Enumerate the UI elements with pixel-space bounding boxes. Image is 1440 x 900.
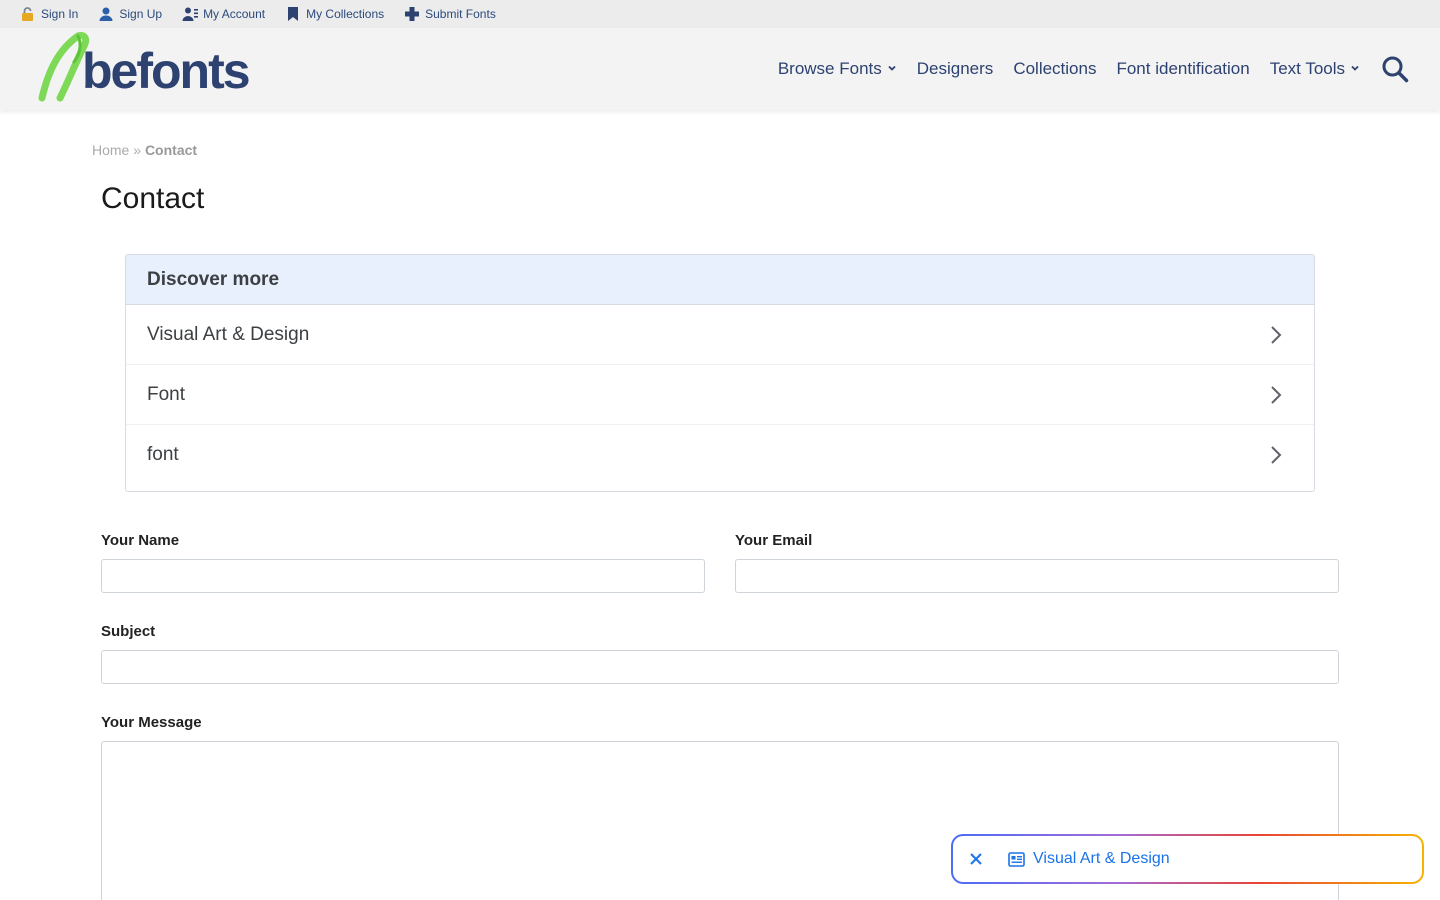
nav-text-tools-label: Text Tools: [1269, 59, 1345, 78]
your-email-field[interactable]: [735, 559, 1339, 593]
discover-item[interactable]: font: [126, 425, 1314, 485]
subject-field[interactable]: [101, 650, 1339, 684]
discover-item[interactable]: Visual Art & Design: [126, 305, 1314, 365]
nav-browse-fonts-label: Browse Fonts: [777, 59, 882, 78]
page-title: Contact: [101, 182, 205, 215]
account-icon: [182, 6, 199, 22]
top-utility-bar: Sign In Sign Up My Account My Collection…: [0, 0, 1440, 28]
discover-item-label: Visual Art & Design: [147, 323, 310, 345]
discover-item-label: font: [147, 444, 179, 465]
chevron-right-icon: [1266, 445, 1286, 465]
chevron-down-icon: [887, 63, 897, 76]
your-email-label: Your Email: [735, 532, 813, 549]
submit-fonts-link[interactable]: Submit Fonts: [404, 6, 496, 22]
sign-up-label: Sign Up: [119, 7, 163, 21]
chevron-down-icon: [1350, 63, 1360, 76]
sign-in-link[interactable]: Sign In: [20, 6, 78, 22]
nav-collections[interactable]: Collections: [1013, 59, 1096, 79]
floating-suggestion-chip[interactable]: Visual Art & Design: [951, 834, 1424, 884]
discover-more-heading: Discover more: [126, 255, 1314, 305]
chevron-right-icon: [1266, 385, 1286, 405]
my-collections-link[interactable]: My Collections: [285, 6, 384, 22]
main-nav: Browse Fonts Designers Collections Font …: [758, 28, 1410, 110]
user-icon: [98, 6, 114, 22]
lock-icon: [20, 6, 36, 22]
subject-label: Subject: [101, 623, 156, 640]
breadcrumb-separator: »: [133, 142, 142, 158]
site-header: befonts Browse Fonts Designers Collectio…: [0, 28, 1440, 110]
logo-wordmark: befonts: [82, 43, 251, 99]
nav-text-tools[interactable]: Text Tools: [1270, 59, 1360, 79]
chip-inner: Visual Art & Design: [953, 836, 1422, 882]
your-name-label: Your Name: [101, 532, 180, 549]
discover-item[interactable]: Font: [126, 365, 1314, 425]
sign-in-label: Sign In: [41, 7, 79, 21]
breadcrumb: Home » Contact: [92, 142, 197, 158]
your-name-field[interactable]: [101, 559, 705, 593]
my-account-label: My Account: [203, 7, 266, 21]
plus-icon: [404, 6, 420, 22]
discover-item-label: Font: [147, 383, 186, 405]
my-collections-label: My Collections: [306, 7, 385, 21]
search-icon[interactable]: [1380, 54, 1410, 84]
nav-designers-label: Designers: [916, 59, 994, 78]
nav-browse-fonts[interactable]: Browse Fonts: [778, 59, 897, 79]
your-message-label: Your Message: [101, 714, 202, 731]
nav-font-identification-label: Font identification: [1116, 59, 1250, 78]
chevron-right-icon: [1266, 325, 1286, 345]
breadcrumb-home[interactable]: Home: [92, 142, 129, 158]
nav-designers[interactable]: Designers: [917, 59, 994, 79]
nav-font-identification[interactable]: Font identification: [1116, 59, 1249, 79]
nav-collections-label: Collections: [1013, 59, 1097, 78]
breadcrumb-current: Contact: [144, 142, 198, 158]
article-icon: [1007, 850, 1025, 868]
site-logo[interactable]: befonts: [38, 32, 268, 104]
chip-label: Visual Art & Design: [1033, 850, 1170, 867]
bookmark-icon: [285, 6, 301, 22]
submit-fonts-label: Submit Fonts: [425, 7, 496, 21]
sign-up-link[interactable]: Sign Up: [98, 6, 162, 22]
discover-more-panel: Discover more Visual Art & Design Font f…: [125, 254, 1315, 492]
my-account-link[interactable]: My Account: [182, 6, 265, 22]
close-icon[interactable]: [967, 850, 985, 868]
